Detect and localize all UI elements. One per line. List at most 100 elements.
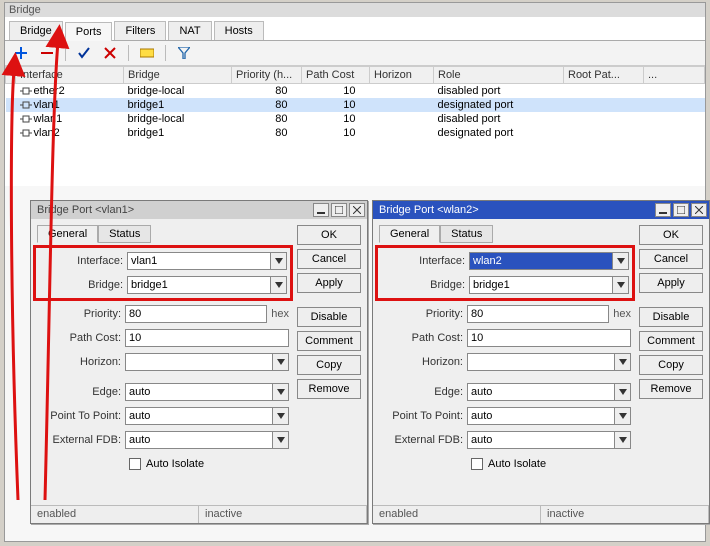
remove-button[interactable]: Remove [639, 379, 703, 399]
horizon-label: Horizon: [37, 356, 125, 368]
tab-status[interactable]: Status [440, 225, 493, 243]
minimize-icon[interactable] [313, 203, 329, 217]
dialog-titlebar[interactable]: Bridge Port <wlan2> [373, 201, 709, 219]
chevron-down-icon[interactable] [273, 431, 289, 449]
tab-status[interactable]: Status [98, 225, 151, 243]
auto-isolate-label: Auto Isolate [488, 458, 546, 470]
remove-button[interactable] [37, 44, 57, 62]
disable-button[interactable]: Disable [639, 307, 703, 327]
copy-button[interactable]: Copy [297, 355, 361, 375]
efdb-select[interactable]: auto [467, 431, 615, 449]
copy-button[interactable]: Copy [639, 355, 703, 375]
ptp-select[interactable]: auto [467, 407, 615, 425]
interface-select[interactable]: vlan1 [127, 252, 271, 270]
chevron-down-icon[interactable] [273, 353, 289, 371]
disable-button[interactable] [100, 44, 120, 62]
apply-button[interactable]: Apply [639, 273, 703, 293]
pathcost-input[interactable]: 10 [467, 329, 631, 347]
tab-filters[interactable]: Filters [114, 21, 166, 40]
interface-label: Interface: [381, 255, 469, 267]
hex-label: hex [271, 308, 289, 320]
status-inactive: inactive [199, 506, 367, 523]
chevron-down-icon[interactable] [615, 353, 631, 371]
edge-label: Edge: [379, 386, 467, 398]
close-icon[interactable] [349, 203, 365, 217]
priority-input[interactable]: 80 [467, 305, 609, 323]
tab-nat[interactable]: NAT [168, 21, 211, 40]
edge-select[interactable]: auto [467, 383, 615, 401]
ptp-label: Point To Point: [37, 410, 125, 422]
ok-button[interactable]: OK [297, 225, 361, 245]
table-row[interactable]: vlan2 bridge1 80 10 designated port [6, 126, 705, 140]
ptp-select[interactable]: auto [125, 407, 273, 425]
remove-button[interactable]: Remove [297, 379, 361, 399]
status-enabled: enabled [31, 506, 199, 523]
interface-select[interactable]: wlan2 [469, 252, 613, 270]
horizon-label: Horizon: [379, 356, 467, 368]
toolbar [5, 41, 705, 66]
col-interface[interactable]: Interface [16, 67, 124, 84]
filter-button[interactable] [174, 44, 194, 62]
ok-button[interactable]: OK [639, 225, 703, 245]
pathcost-label: Path Cost: [379, 332, 467, 344]
apply-button[interactable]: Apply [297, 273, 361, 293]
col-bridge[interactable]: Bridge [124, 67, 232, 84]
minimize-icon[interactable] [655, 203, 671, 217]
bridge-select[interactable]: bridge1 [127, 276, 271, 294]
efdb-label: External FDB: [379, 434, 467, 446]
horizon-input[interactable] [467, 353, 615, 371]
ports-table: Interface Bridge Priority (h... Path Cos… [5, 66, 705, 186]
dialog-title: Bridge Port <vlan1> [37, 204, 134, 216]
col-horizon[interactable]: Horizon [370, 67, 434, 84]
edge-label: Edge: [37, 386, 125, 398]
efdb-select[interactable]: auto [125, 431, 273, 449]
chevron-down-icon[interactable] [613, 252, 629, 270]
maximize-icon[interactable] [331, 203, 347, 217]
tab-hosts[interactable]: Hosts [214, 21, 264, 40]
tab-ports[interactable]: Ports [65, 22, 113, 41]
chevron-down-icon[interactable] [271, 252, 287, 270]
col-priority[interactable]: Priority (h... [232, 67, 302, 84]
chevron-down-icon[interactable] [273, 383, 289, 401]
col-extra[interactable]: ... [644, 67, 705, 84]
chevron-down-icon[interactable] [615, 431, 631, 449]
dialog-title: Bridge Port <wlan2> [379, 204, 479, 216]
chevron-down-icon[interactable] [615, 407, 631, 425]
cancel-button[interactable]: Cancel [639, 249, 703, 269]
auto-isolate-checkbox[interactable] [129, 458, 141, 470]
table-row[interactable]: I wlan1 bridge-local 80 10 disabled port [6, 112, 705, 126]
comment-button[interactable] [137, 44, 157, 62]
table-row[interactable]: ether2 bridge-local 80 10 disabled port [6, 84, 705, 98]
add-button[interactable] [11, 44, 31, 62]
status-enabled: enabled [373, 506, 541, 523]
tab-general[interactable]: General [37, 225, 98, 243]
priority-input[interactable]: 80 [125, 305, 267, 323]
close-icon[interactable] [691, 203, 707, 217]
cancel-button[interactable]: Cancel [297, 249, 361, 269]
chevron-down-icon[interactable] [615, 383, 631, 401]
dialog-titlebar[interactable]: Bridge Port <vlan1> [31, 201, 367, 219]
hex-label: hex [613, 308, 631, 320]
col-rootpat[interactable]: Root Pat... [564, 67, 644, 84]
chevron-down-icon[interactable] [613, 276, 629, 294]
bridge-select[interactable]: bridge1 [469, 276, 613, 294]
interface-label: Interface: [39, 255, 127, 267]
chevron-down-icon[interactable] [273, 407, 289, 425]
enable-button[interactable] [74, 44, 94, 62]
bridge-port-dialog-vlan1: Bridge Port <vlan1> General Status OK Ca… [30, 200, 368, 524]
auto-isolate-checkbox[interactable] [471, 458, 483, 470]
tab-bridge[interactable]: Bridge [9, 21, 63, 40]
disable-button[interactable]: Disable [297, 307, 361, 327]
chevron-down-icon[interactable] [271, 276, 287, 294]
col-role[interactable]: Role [434, 67, 564, 84]
window-title: Bridge [5, 3, 705, 17]
comment-button[interactable]: Comment [297, 331, 361, 351]
comment-button[interactable]: Comment [639, 331, 703, 351]
pathcost-input[interactable]: 10 [125, 329, 289, 347]
col-pathcost[interactable]: Path Cost [302, 67, 370, 84]
edge-select[interactable]: auto [125, 383, 273, 401]
maximize-icon[interactable] [673, 203, 689, 217]
tab-general[interactable]: General [379, 225, 440, 243]
table-row[interactable]: vlan1 bridge1 80 10 designated port [6, 98, 705, 112]
horizon-input[interactable] [125, 353, 273, 371]
